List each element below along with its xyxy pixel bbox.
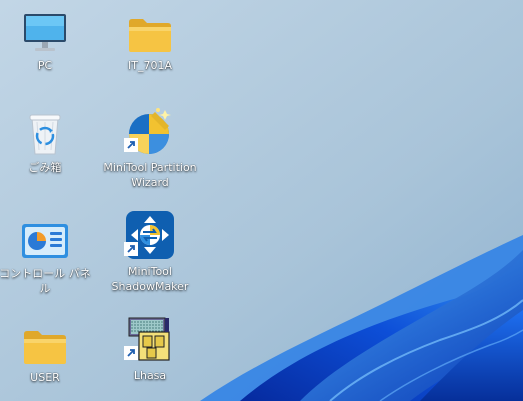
monitor-icon — [19, 2, 71, 54]
lhasa-icon — [124, 312, 176, 364]
desktop-icon-label: PC — [37, 59, 53, 72]
desktop-icon-label: MiniTool ShadowMaker — [111, 265, 189, 293]
folder-icon — [19, 314, 71, 366]
desktop-icon-label: MiniTool Partition Wizard — [103, 161, 197, 189]
desktop-icon-minitool-shadowmaker[interactable]: MiniTool ShadowMaker — [100, 208, 200, 294]
minitool-shadowmaker-icon — [124, 208, 176, 260]
desktop-icon-lhasa[interactable]: Lhasa — [100, 312, 200, 383]
desktop-icon-label: ごみ箱 — [28, 161, 62, 174]
desktop-icon-pc[interactable]: PC — [0, 2, 95, 73]
desktop-icon-user[interactable]: USER — [0, 314, 95, 385]
desktop-icon-it-701a[interactable]: IT_701A — [100, 2, 200, 73]
shortcut-arrow-icon — [124, 137, 138, 156]
desktop-icon-label: USER — [30, 371, 60, 384]
desktop: PC IT_701A ごみ箱 MiniTool Partition Wizard… — [0, 0, 523, 401]
desktop-icon-minitool-partition-wizard[interactable]: MiniTool Partition Wizard — [100, 104, 200, 190]
desktop-icon-recycle-bin[interactable]: ごみ箱 — [0, 104, 95, 175]
shortcut-arrow-icon — [124, 241, 138, 260]
minitool-partition-wizard-icon — [124, 104, 176, 156]
shortcut-arrow-icon — [124, 345, 138, 364]
control-panel-icon — [19, 210, 71, 262]
desktop-icon-label: コントロール パネル — [0, 267, 91, 295]
folder-icon — [124, 2, 176, 54]
desktop-icon-label: Lhasa — [133, 369, 167, 382]
desktop-icon-control-panel[interactable]: コントロール パネル — [0, 210, 95, 296]
recycle-bin-icon — [19, 104, 71, 156]
desktop-icon-label: IT_701A — [128, 59, 172, 72]
